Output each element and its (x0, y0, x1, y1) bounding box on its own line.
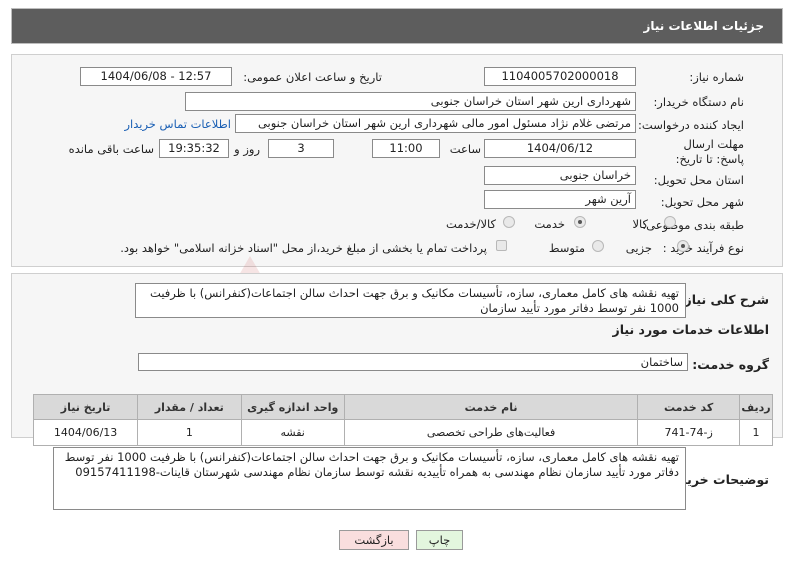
announce-label: تاریخ و ساعت اعلان عمومی: (243, 70, 382, 84)
cell-unit: نقشه (240, 419, 345, 446)
process-option-medium: متوسط (548, 241, 585, 255)
remaining-label: ساعت باقی مانده (68, 142, 154, 156)
table-header-row: ردیف کد خدمت نام خدمت واحد اندازه گیری ت… (32, 394, 773, 420)
cell-index: 1 (739, 419, 773, 446)
buyer-field: شهرداری ارین شهر استان خراسان جنوبی (185, 92, 636, 111)
col-name: نام خدمت (343, 394, 639, 420)
col-date: تاریخ نیاز (32, 394, 139, 420)
page-header: جزئیات اطلاعات نیاز (11, 8, 783, 44)
days-label: روز و (234, 142, 260, 156)
cell-code: ز-74-741 (637, 419, 741, 446)
cell-name: فعالیت‌های طراحی تخصصی (343, 419, 639, 446)
service-group-field: ساختمان (138, 353, 688, 371)
col-code: کد خدمت (637, 394, 741, 420)
days-field: 3 (268, 139, 334, 158)
col-unit: واحد اندازه گیری (240, 394, 345, 420)
creator-label: ایجاد کننده درخواست: (638, 118, 744, 132)
cell-qty: 1 (137, 419, 242, 446)
category-option-goods-service: کالا/خدمت (445, 217, 496, 231)
category-radio-goods[interactable] (664, 216, 676, 228)
col-qty: تعداد / مقدار (137, 394, 242, 420)
contact-buyer-link[interactable]: اطلاعات تماس خریدار (124, 117, 231, 131)
city-label: شهر محل تحویل: (660, 195, 744, 209)
deadline-label: مهلت ارسال پاسخ: تا تاریخ: (675, 137, 744, 166)
city-field: آرین شهر (484, 190, 636, 209)
announce-field: 1404/06/08 - 12:57 (80, 67, 232, 86)
category-option-service: خدمت (534, 217, 565, 231)
buyer-notes-textarea[interactable]: تهیه نقشه های کامل معماری، سازه، تأسیسات… (53, 447, 686, 510)
services-section-title: اطلاعات خدمات مورد نیاز (612, 322, 770, 337)
services-table: ردیف کد خدمت نام خدمت واحد اندازه گیری ت… (32, 394, 773, 446)
deadline-date-field: 1404/06/12 (484, 139, 636, 158)
col-index: ردیف (739, 394, 773, 420)
need-number-field: 1104005702000018 (484, 67, 636, 86)
process-label: نوع فرآیند خرید : (662, 241, 744, 255)
province-label: استان محل تحویل: (653, 173, 744, 187)
summary-label: شرح کلی نیاز: (679, 292, 769, 307)
table-row[interactable]: 1 ز-74-741 فعالیت‌های طراحی تخصصی نقشه 1… (32, 419, 773, 446)
back-button[interactable]: بازگشت (339, 530, 409, 550)
remaining-time-field: 19:35:32 (159, 139, 229, 158)
deadline-time-label: ساعت (449, 142, 481, 156)
payment-note: پرداخت تمام یا بخشی از مبلغ خرید،از محل … (120, 241, 487, 255)
summary-textarea[interactable]: تهیه نقشه های کامل معماری، سازه، تأسیسات… (135, 283, 686, 318)
need-number-label: شماره نیاز: (689, 70, 744, 84)
province-field: خراسان جنوبی (484, 166, 636, 185)
print-button[interactable]: چاپ (416, 530, 463, 550)
process-radio-medium[interactable] (592, 240, 604, 252)
treasury-checkbox[interactable] (496, 240, 507, 251)
process-option-minor: جزیی (625, 241, 652, 255)
creator-field: مرتضی غلام نژاد مسئول امور مالی شهرداری … (235, 114, 636, 133)
page-title: جزئیات اطلاعات نیاز (643, 19, 764, 33)
buyer-label: نام دستگاه خریدار: (653, 95, 744, 109)
category-label: طبقه بندی موضوعی: (642, 218, 744, 232)
deadline-time-field: 11:00 (372, 139, 440, 158)
service-group-label: گروه خدمت: (692, 357, 769, 372)
category-option-goods: کالا (632, 217, 648, 231)
category-radio-service[interactable] (574, 216, 586, 228)
process-radio-minor[interactable] (677, 240, 689, 252)
cell-date: 1404/06/13 (32, 419, 139, 446)
category-radio-goods-service[interactable] (503, 216, 515, 228)
